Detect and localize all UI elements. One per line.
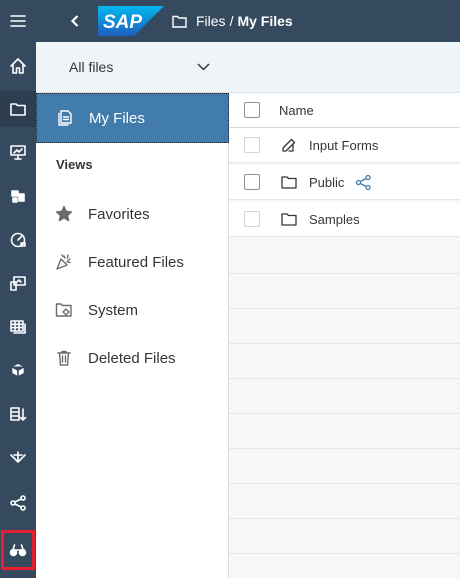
menu-icon[interactable] [0, 3, 36, 39]
nav-item-label: Deleted Files [88, 349, 176, 367]
empty-row [229, 239, 460, 274]
folder-icon [172, 15, 187, 28]
files-icon[interactable] [0, 91, 36, 127]
nav-item-label: My Files [89, 109, 145, 127]
nav-item-deleted-files[interactable]: Deleted Files [36, 334, 229, 382]
presentation-icon[interactable] [0, 134, 36, 170]
party-popper-icon [52, 250, 76, 274]
side-navigation: My Files Views Favorites Featured Files … [36, 93, 229, 578]
sort-list-icon[interactable] [0, 396, 36, 432]
table-header: Name [229, 93, 460, 128]
empty-row [229, 519, 460, 554]
dashboard-icon[interactable] [0, 221, 36, 257]
stories-icon[interactable] [0, 265, 36, 301]
nav-item-label: Featured Files [88, 253, 184, 271]
share-icon[interactable] [0, 485, 36, 521]
sap-logo: SAP [98, 6, 164, 36]
nav-item-favorites[interactable]: Favorites [36, 190, 229, 238]
select-all-checkbox[interactable] [244, 102, 260, 118]
shared-icon[interactable] [354, 173, 372, 191]
binoculars-icon[interactable] [1, 530, 35, 570]
empty-row [229, 379, 460, 414]
row-checkbox[interactable] [244, 174, 260, 190]
cube-icon[interactable] [0, 352, 36, 388]
my-files-icon [53, 106, 77, 130]
folder-icon [280, 210, 298, 228]
row-checkbox[interactable] [244, 211, 260, 227]
breadcrumb-parent[interactable]: Files [196, 13, 226, 29]
files-table: Name Input Forms Public Samples [229, 93, 460, 578]
views-section-title: Views [56, 157, 93, 172]
shell-bar: SAP Files / My Files [36, 0, 460, 42]
file-filter-value: All files [69, 59, 114, 75]
empty-row [229, 484, 460, 519]
table-row[interactable]: Input Forms [229, 128, 460, 163]
file-filter-select[interactable]: All files [50, 56, 210, 78]
nav-item-system[interactable]: System [36, 286, 229, 334]
breadcrumb-separator: / [229, 13, 234, 29]
breadcrumb-current: My Files [237, 13, 293, 29]
sub-header: All files [36, 42, 460, 93]
chevron-left-icon [70, 15, 79, 27]
nav-item-label: System [88, 301, 139, 319]
home-icon[interactable] [0, 48, 36, 84]
edit-icon [280, 136, 298, 154]
file-name[interactable]: Input Forms [309, 138, 378, 153]
empty-row [229, 449, 460, 484]
empty-row [229, 344, 460, 379]
back-button[interactable] [64, 10, 86, 32]
nav-item-featured-files[interactable]: Featured Files [36, 238, 229, 286]
chevron-down-icon [197, 63, 210, 71]
table-row[interactable]: Samples [229, 202, 460, 237]
folder-icon [280, 173, 298, 191]
empty-row [229, 274, 460, 309]
empty-row [229, 414, 460, 449]
column-header-name[interactable]: Name [279, 103, 314, 118]
empty-row [229, 309, 460, 344]
nav-item-my-files[interactable]: My Files [36, 93, 229, 143]
star-icon [52, 202, 76, 226]
table-row[interactable]: Public [229, 165, 460, 200]
file-name[interactable]: Samples [309, 212, 360, 227]
breadcrumb: Files / My Files [172, 13, 293, 29]
analytics-icon[interactable] [0, 178, 36, 214]
network-icon[interactable] [0, 440, 36, 476]
nav-item-label: Favorites [88, 205, 150, 223]
svg-text:SAP: SAP [103, 12, 142, 33]
trash-icon [52, 346, 76, 370]
row-checkbox[interactable] [244, 137, 260, 153]
file-name[interactable]: Public [309, 175, 344, 190]
table-icon[interactable] [0, 309, 36, 345]
system-folder-icon [52, 298, 76, 322]
left-navigation-rail [0, 0, 36, 578]
